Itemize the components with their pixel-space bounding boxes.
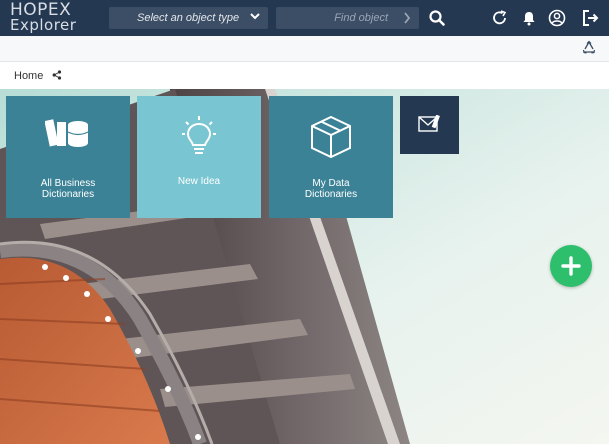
lightbulb-icon [182, 116, 216, 154]
top-navbar: HOPEX Explorer Select an object type Fin… [0, 0, 609, 36]
add-button[interactable] [550, 245, 592, 287]
logo-line2: Explorer [10, 16, 77, 34]
find-object-placeholder: Find object [334, 12, 388, 24]
dictionaries-icon [45, 119, 89, 147]
object-type-placeholder: Select an object type [137, 12, 240, 24]
logout-icon[interactable] [581, 9, 599, 27]
breadcrumb-home[interactable]: Home [14, 70, 43, 82]
tile-mail[interactable] [400, 96, 459, 154]
action-toolbar [0, 36, 609, 62]
object-type-select[interactable]: Select an object type [109, 7, 268, 29]
mail-icon [418, 115, 440, 132]
bell-icon[interactable] [520, 9, 538, 27]
tile-my-data-dictionaries[interactable]: My Data Dictionaries [269, 96, 393, 218]
refresh-icon[interactable] [491, 9, 509, 27]
tile-new-idea[interactable]: New Idea [137, 96, 261, 218]
hopex-logo[interactable]: HOPEX Explorer [10, 0, 77, 34]
share-icon[interactable] [52, 70, 62, 80]
breadcrumb: Home [0, 63, 609, 89]
chevron-down-icon [250, 13, 260, 20]
chevron-right-icon[interactable] [403, 12, 411, 24]
recycle-icon[interactable] [581, 40, 597, 56]
tile-label: All Business Dictionaries [40, 178, 96, 200]
tile-label: My Data Dictionaries [304, 178, 358, 200]
tile-label: New Idea [177, 176, 221, 187]
logo-line1: HOPEX [10, 0, 72, 20]
search-icon[interactable] [428, 9, 446, 27]
tile-all-business-dictionaries[interactable]: All Business Dictionaries [6, 96, 130, 218]
box-icon [311, 115, 351, 159]
user-icon[interactable] [548, 9, 566, 27]
plus-icon [561, 256, 581, 276]
find-object-input[interactable]: Find object [276, 7, 419, 29]
